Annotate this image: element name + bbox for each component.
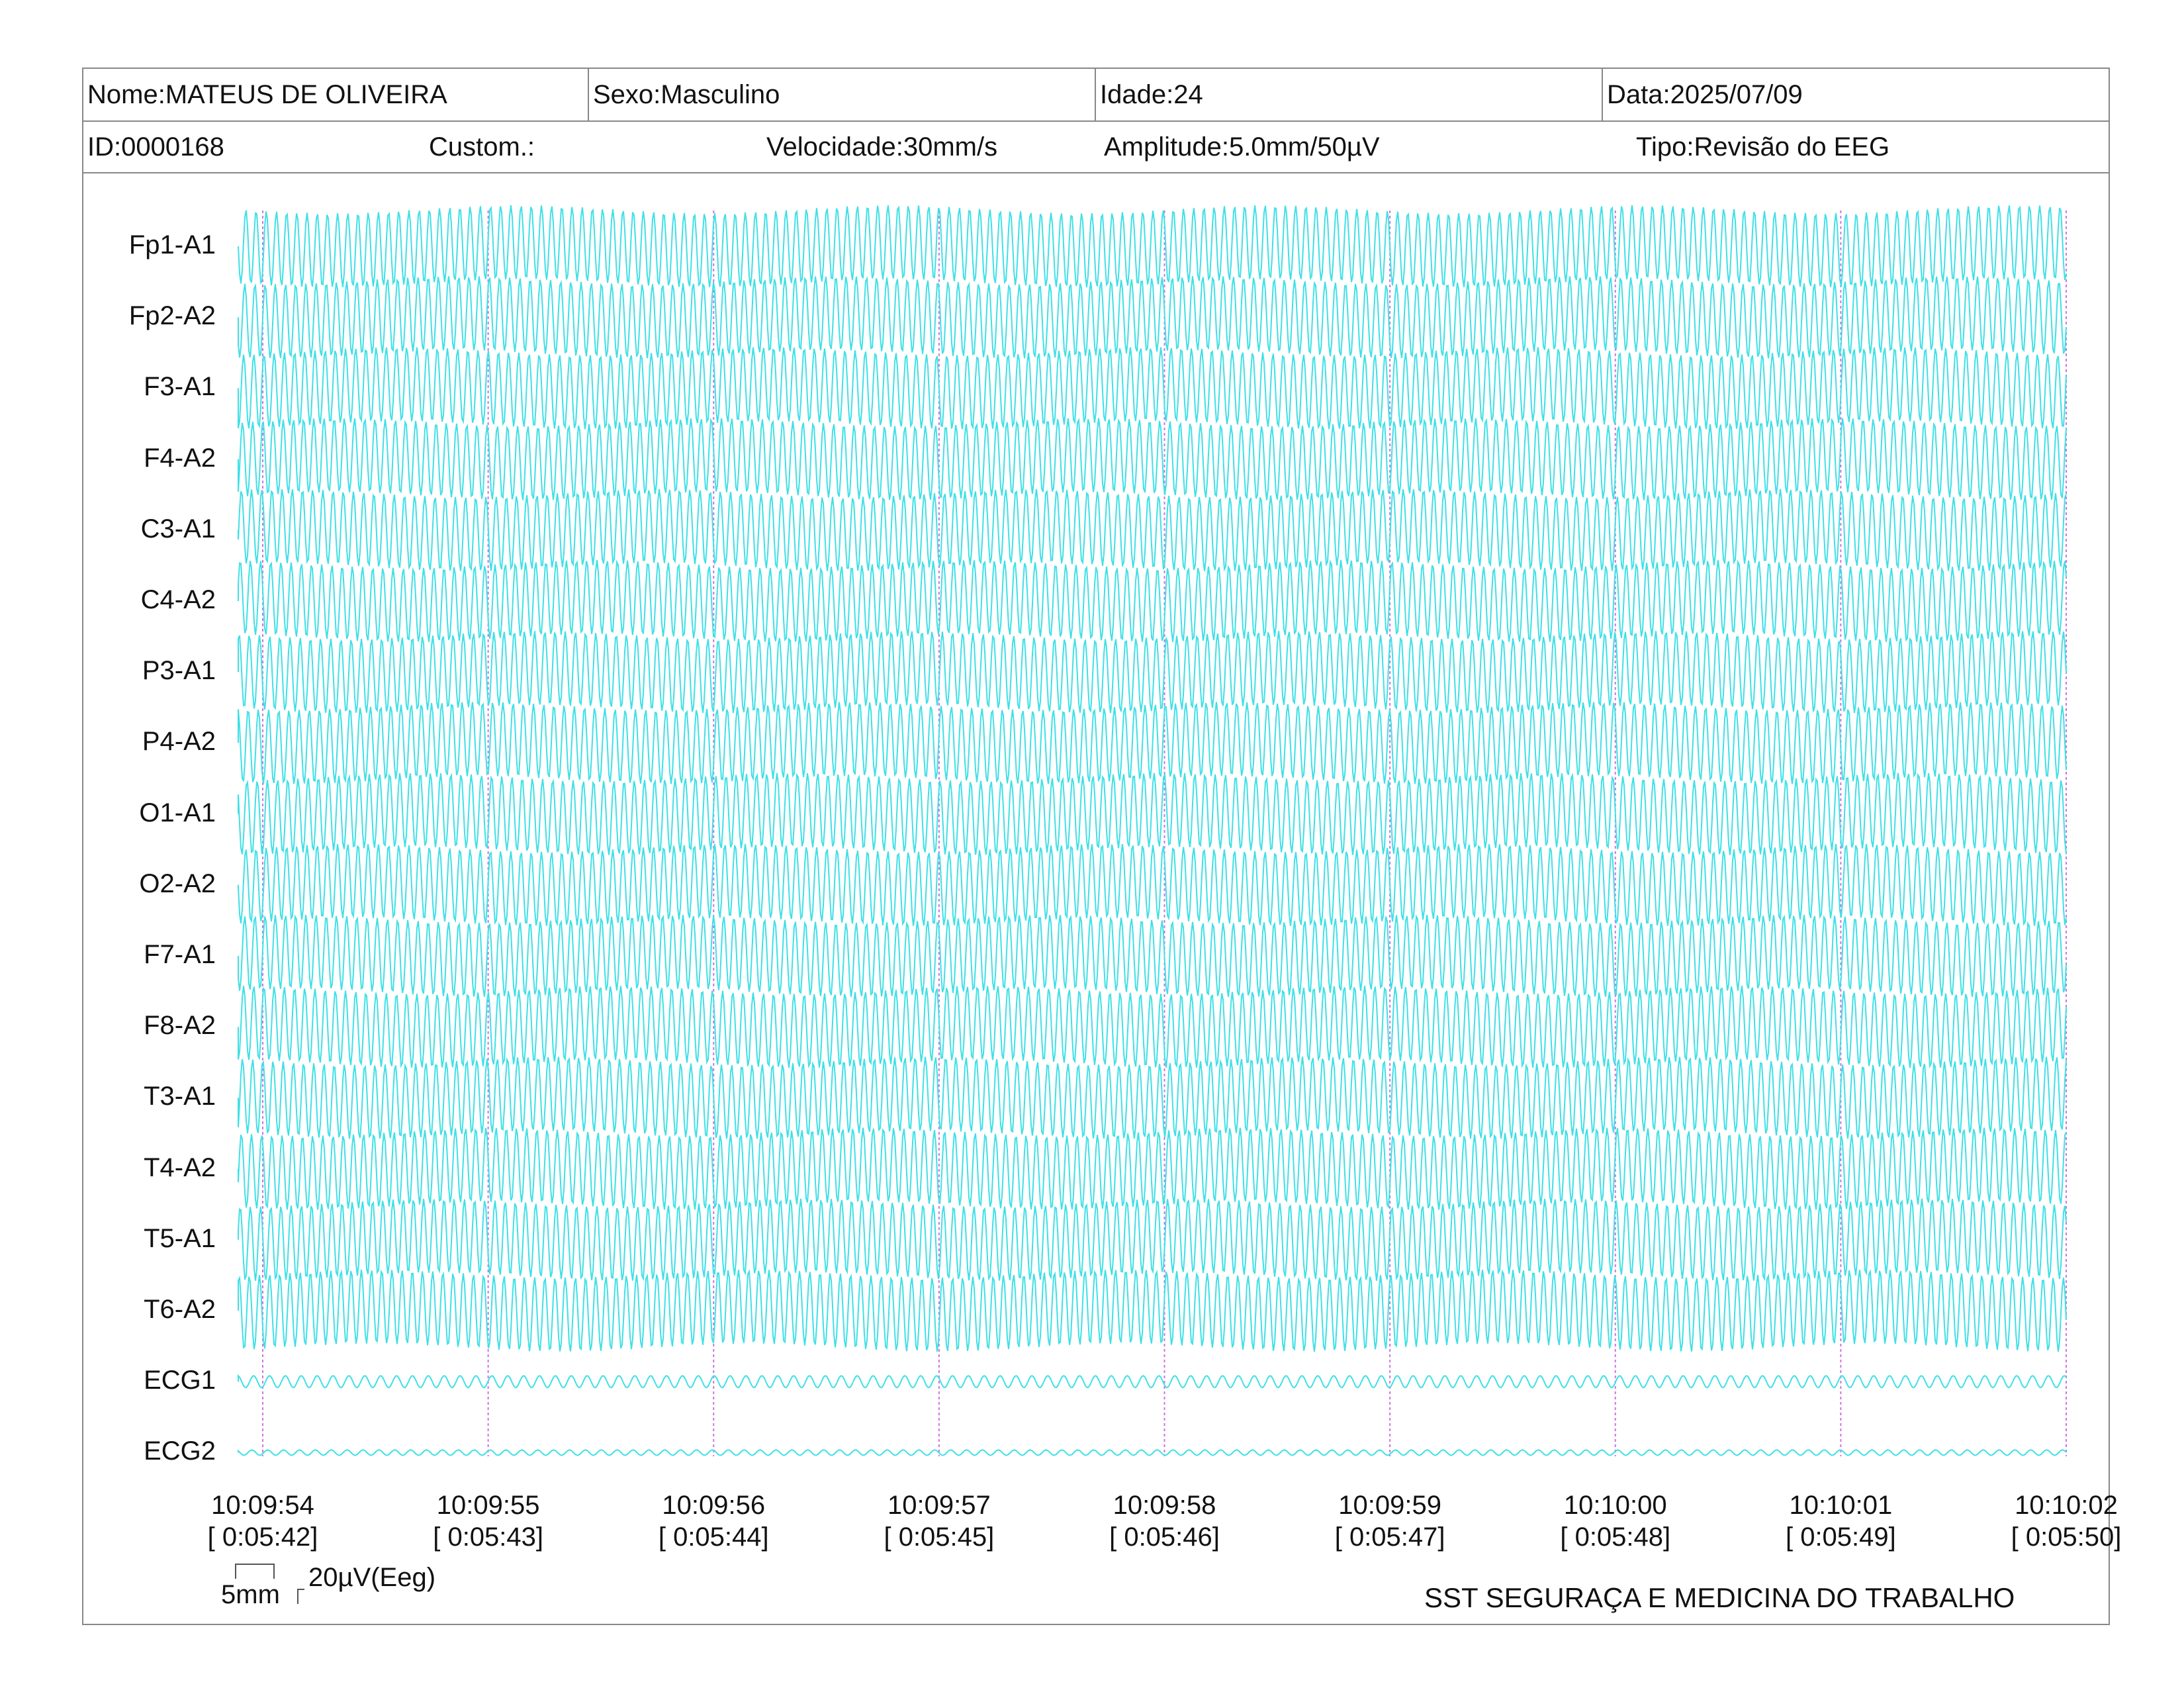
time-tick-elapsed: [ 0:05:43] [433,1523,544,1552]
channel-trace [238,489,2067,572]
channel-label: F7-A1 [144,940,216,969]
time-tick: 10:10:01 [ 0:05:49] [1754,1489,1927,1553]
channel-label: T6-A2 [144,1295,216,1324]
channel-label: C3-A1 [140,514,216,543]
time-tick-clock: 10:09:57 [887,1491,991,1520]
time-tick-elapsed: [ 0:05:46] [1109,1523,1220,1552]
time-tick: 10:09:58 [ 0:05:46] [1079,1489,1251,1553]
time-tick-clock: 10:09:56 [662,1491,766,1520]
time-tick-elapsed: [ 0:05:48] [1560,1523,1671,1552]
time-tick: 10:09:56 [ 0:05:44] [627,1489,799,1553]
time-tick: 10:10:00 [ 0:05:48] [1529,1489,1702,1553]
channel-label: F4-A2 [144,443,216,473]
channel-label: O2-A2 [139,868,216,898]
eeg-traces [238,205,2067,1456]
channel-label: P4-A2 [142,727,216,757]
channel-trace [238,559,2067,642]
channel-trace [238,205,2067,288]
channel-trace [238,702,2067,784]
channel-trace [238,1374,2067,1389]
channel-label: C4-A2 [140,585,216,614]
channel-trace [238,843,2067,927]
time-tick-clock: 10:09:55 [436,1491,540,1520]
channel-trace [238,1127,2067,1210]
channel-label: ECG2 [144,1436,216,1466]
channel-label: F3-A1 [144,372,216,402]
channel-trace [238,986,2067,1069]
time-tick: 10:09:54 [ 0:05:42] [177,1489,349,1553]
time-tick: 10:09:57 [ 0:05:45] [853,1489,1025,1553]
channel-trace [238,275,2067,359]
channel-label: Fp2-A2 [128,301,216,331]
time-tick-elapsed: [ 0:05:49] [1785,1523,1896,1552]
time-tick: 10:09:55 [ 0:05:43] [402,1489,574,1553]
time-tick-elapsed: [ 0:05:44] [658,1523,769,1552]
channel-label: T3-A1 [144,1082,216,1111]
channel-label: T4-A2 [144,1152,216,1182]
time-tick-clock: 10:09:54 [211,1491,314,1520]
scale-amp-label: 20µV(Eeg) [308,1563,436,1592]
channel-trace [238,1198,2067,1282]
time-tick-clock: 10:10:02 [2015,1491,2118,1520]
time-tick-elapsed: [ 0:05:50] [2011,1523,2122,1552]
time-tick-elapsed: [ 0:05:47] [1334,1523,1445,1552]
channel-label: P3-A1 [142,656,216,686]
channel-label: O1-A1 [139,798,216,827]
time-tick: 10:09:59 [ 0:05:47] [1304,1489,1476,1553]
time-tick-clock: 10:09:59 [1338,1491,1441,1520]
scale-time-label: 5mm [221,1580,280,1609]
time-tick-clock: 10:09:58 [1113,1491,1216,1520]
channel-label: F8-A2 [144,1011,216,1041]
channel-trace [238,1269,2067,1352]
channel-trace [238,418,2067,500]
channel-label: Fp1-A1 [128,230,216,259]
channel-trace [238,772,2067,855]
time-tick: 10:10:02 [ 0:05:50] [1980,1489,2152,1553]
channel-trace [238,631,2067,714]
time-tick-elapsed: [ 0:05:45] [884,1523,995,1552]
channel-trace [238,1449,2067,1456]
channel-label: T5-A1 [144,1223,216,1253]
time-tick-elapsed: [ 0:05:42] [207,1523,318,1552]
time-tick-clock: 10:10:00 [1563,1491,1667,1520]
channel-trace [238,914,2067,998]
clinic-name: SST SEGURAÇA E MEDICINA DO TRABALHO [1424,1582,2015,1613]
time-tick-clock: 10:10:01 [1789,1491,1893,1520]
channel-trace [238,1056,2067,1139]
channel-label: ECG1 [144,1366,216,1395]
channel-trace [238,347,2067,430]
